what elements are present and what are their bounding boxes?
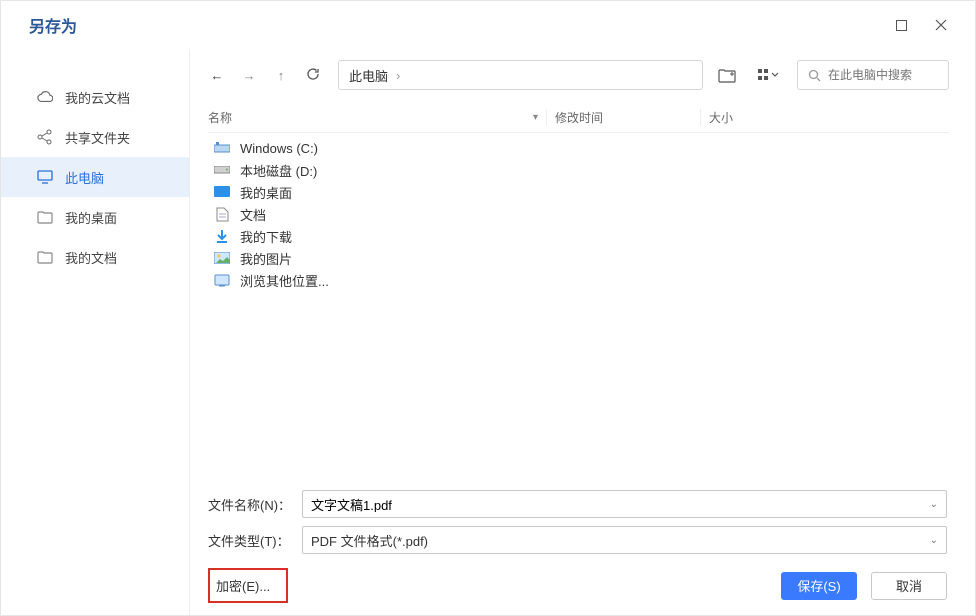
filetype-label: 文件类型(T)： xyxy=(208,531,292,550)
file-row-pictures[interactable]: 我的图片 xyxy=(208,247,949,269)
file-label: 我的下载 xyxy=(240,227,292,246)
nav-back-button[interactable]: ← xyxy=(208,68,226,83)
pc-icon xyxy=(37,169,53,185)
share-icon xyxy=(37,129,53,145)
sidebar-item-cloud-docs[interactable]: 我的云文档 xyxy=(1,77,189,117)
search-box[interactable] xyxy=(797,60,949,90)
file-label: 浏览其他位置... xyxy=(240,271,329,290)
chevron-down-icon[interactable]: ⌄ xyxy=(930,499,938,510)
file-label: 本地磁盘 (D:) xyxy=(240,161,317,180)
filename-input[interactable] xyxy=(311,497,930,512)
file-row-documents[interactable]: 文档 xyxy=(208,203,949,225)
sidebar-item-label: 共享文件夹 xyxy=(65,128,130,147)
sidebar-item-shared-folders[interactable]: 共享文件夹 xyxy=(1,117,189,157)
column-header-size[interactable]: 大小 xyxy=(700,109,949,126)
folder-icon xyxy=(37,209,53,225)
breadcrumb-segment: 此电脑 xyxy=(349,66,388,85)
chevron-down-icon[interactable]: ⌄ xyxy=(930,535,938,546)
file-row-downloads[interactable]: 我的下载 xyxy=(208,225,949,247)
save-button[interactable]: 保存(S) xyxy=(781,572,857,600)
drive-c-icon xyxy=(214,140,230,156)
sidebar: 我的云文档 共享文件夹 此电脑 我的桌面 我的文档 xyxy=(1,49,189,615)
maximize-button[interactable] xyxy=(881,9,921,41)
view-options-button[interactable] xyxy=(751,68,787,82)
sidebar-item-documents[interactable]: 我的文档 xyxy=(1,237,189,277)
doc-icon xyxy=(214,206,230,222)
breadcrumb[interactable]: 此电脑 › xyxy=(338,60,703,90)
file-label: 我的桌面 xyxy=(240,183,292,202)
dialog-title: 另存为 xyxy=(15,13,881,37)
file-label: 我的图片 xyxy=(240,249,292,268)
file-list: Windows (C:) 本地磁盘 (D:) 我的桌面 文档 我的下载 xyxy=(208,133,949,482)
picture-icon xyxy=(214,250,230,266)
filetype-value: PDF 文件格式(*.pdf) xyxy=(311,531,428,550)
encrypt-button[interactable]: 加密(E)... xyxy=(208,568,288,603)
drive-icon xyxy=(214,162,230,178)
column-header-modified[interactable]: 修改时间 xyxy=(546,109,700,126)
file-row-drive-d[interactable]: 本地磁盘 (D:) xyxy=(208,159,949,181)
new-folder-button[interactable] xyxy=(713,68,741,83)
browse-icon xyxy=(214,272,230,288)
sidebar-item-desktop[interactable]: 我的桌面 xyxy=(1,197,189,237)
filename-field[interactable]: ⌄ xyxy=(302,490,947,518)
nav-refresh-button[interactable] xyxy=(304,67,322,84)
nav-forward-button[interactable]: → xyxy=(240,68,258,83)
download-icon xyxy=(214,228,230,244)
filename-label: 文件名称(N)： xyxy=(208,495,292,514)
search-input[interactable] xyxy=(828,68,940,82)
sidebar-item-label: 我的桌面 xyxy=(65,208,117,227)
sidebar-item-label: 我的文档 xyxy=(65,248,117,267)
filetype-select[interactable]: PDF 文件格式(*.pdf) ⌄ xyxy=(302,526,947,554)
sidebar-item-this-pc[interactable]: 此电脑 xyxy=(1,157,189,197)
sidebar-item-label: 我的云文档 xyxy=(65,88,130,107)
sort-caret-icon: ▾ xyxy=(533,112,538,123)
folder-icon xyxy=(37,249,53,265)
desktop-icon xyxy=(214,184,230,200)
nav-up-button[interactable]: ↑ xyxy=(272,68,290,83)
file-row-desktop[interactable]: 我的桌面 xyxy=(208,181,949,203)
cloud-icon xyxy=(37,89,53,105)
file-label: 文档 xyxy=(240,205,266,224)
cancel-button[interactable]: 取消 xyxy=(871,572,947,600)
file-row-browse-other[interactable]: 浏览其他位置... xyxy=(208,269,949,291)
sidebar-item-label: 此电脑 xyxy=(65,168,104,187)
file-label: Windows (C:) xyxy=(240,141,318,156)
close-button[interactable] xyxy=(921,9,961,41)
search-icon xyxy=(806,67,822,83)
chevron-right-icon: › xyxy=(396,68,400,83)
file-row-drive-c[interactable]: Windows (C:) xyxy=(208,137,949,159)
column-header-name[interactable]: 名称 ▾ xyxy=(208,109,546,126)
